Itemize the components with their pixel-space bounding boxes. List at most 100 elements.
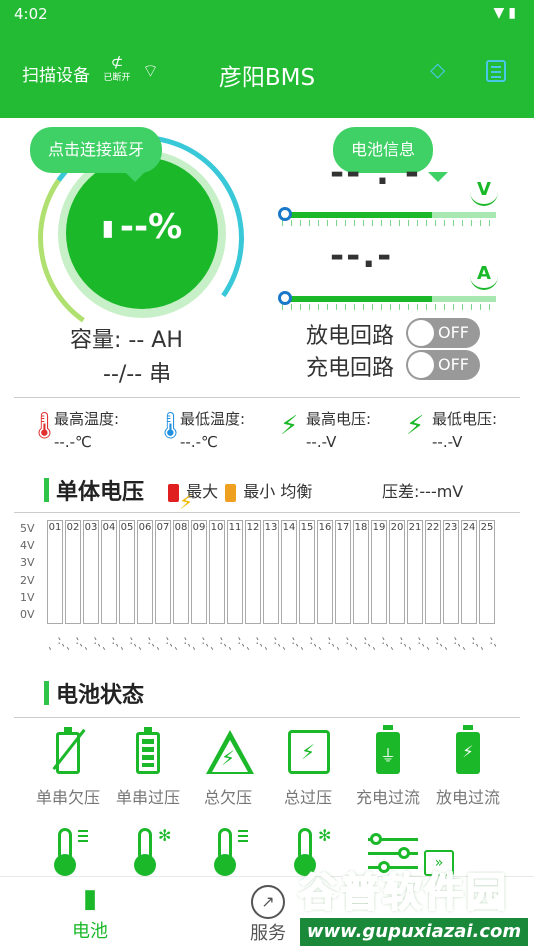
tag-icon[interactable]: ⬦ (430, 58, 445, 83)
cell-column: 16 (317, 520, 333, 624)
cell-number: 03 (84, 522, 98, 533)
divider (14, 717, 520, 718)
compass-icon: ↗ (251, 885, 285, 919)
status-bar: 4:02 ▼▮ (0, 0, 534, 28)
temp-status-1[interactable] (28, 828, 108, 876)
current-knob (278, 291, 292, 305)
thermometer-icon (48, 828, 88, 876)
charge-state: OFF (438, 355, 469, 374)
cell-number: 16 (318, 522, 332, 533)
cell-number: 12 (246, 522, 260, 533)
cell-number: 06 (138, 522, 152, 533)
cell-column: 19 (371, 520, 387, 624)
cell-undervoltage-status[interactable]: 单串欠压 (28, 727, 108, 808)
cell-column: 17 (335, 520, 351, 624)
connect-bluetooth-tooltip[interactable]: 点击连接蓝牙 (30, 127, 163, 182)
cell-column: 15 (299, 520, 315, 624)
min-voltage: ⚡ 最低电压: --.-V (406, 404, 530, 456)
nav-battery[interactable]: ▮ 电池 (40, 877, 140, 943)
book-icon[interactable] (486, 60, 506, 82)
current-bar (278, 291, 496, 310)
series-readout: --/-- 串 (103, 362, 172, 387)
discharge-switch-row: 放电回路 OFF (306, 318, 480, 350)
max-temp: 🌡 最高温度: --.-℃ (28, 404, 152, 456)
cell-column: 25 (479, 520, 495, 624)
cell-number: 01 (48, 522, 62, 533)
battery-plug-icon: ⏚ (368, 725, 408, 776)
cell-column: 09 (191, 520, 207, 624)
total-overvoltage-status[interactable]: ⚡ 总过压 (268, 728, 348, 808)
charge-switch-row: 充电回路 OFF (306, 350, 480, 382)
extremes-row: 🌡 最高温度: --.-℃ 🌡 最低温度: --.-℃ ⚡ 最高电压: --.-… (28, 404, 518, 456)
watermark: 谷普软件园 www.gupuxiazai.com (297, 860, 530, 950)
soc-percent: --% (119, 207, 183, 247)
capacity-label: 容量: (70, 328, 122, 353)
cell-number: 23 (444, 522, 458, 533)
cell-column: 08 (173, 520, 189, 624)
cell-number: 04 (102, 522, 116, 533)
cell-column: 10 (209, 520, 225, 624)
cell-column: 04 (101, 520, 117, 624)
cell-column: 11 (227, 520, 243, 624)
thermometer-hot-icon: 🌡 (28, 411, 62, 441)
cell-column: 21 (407, 520, 423, 624)
watermark-url: www.gupuxiazai.com (300, 918, 528, 946)
voltage-bar (278, 207, 496, 226)
box-bolt-icon: ⚡ (288, 728, 330, 776)
system-icons: ▼▮ (493, 5, 520, 21)
cell-number: 09 (192, 522, 206, 533)
current-bar-fill (282, 296, 432, 302)
temp-status-3[interactable] (188, 828, 268, 876)
thermometer-snow-icon: ✻ (128, 826, 171, 876)
charge-overcurrent-status[interactable]: ⏚ 充电过流 (348, 725, 428, 808)
discharge-toggle[interactable]: OFF (406, 318, 480, 348)
cell-overvoltage-status[interactable]: 单串过压 (108, 727, 188, 808)
cell-column: 13 (263, 520, 279, 624)
watermark-brand: 谷普软件园 (297, 869, 508, 917)
min-temp: 🌡 最低温度: --.-℃ (154, 404, 278, 456)
cell-column: 24 (461, 520, 477, 624)
cell-column: 23 (443, 520, 459, 624)
cell-number: 19 (372, 522, 386, 533)
current-symbol: A (470, 262, 498, 290)
app-bar: 扫描设备 ⊄ 已断开 ⌔ 彦阳BMS ⬦ (0, 28, 534, 118)
battery-slash-icon (48, 727, 88, 776)
battery-bolt-icon: ⚡ (448, 725, 488, 776)
cell-number: 25 (480, 522, 494, 533)
cell-number: 20 (390, 522, 404, 533)
cell-number: 24 (462, 522, 476, 533)
current-readout: --.- (330, 236, 394, 276)
divider (14, 512, 520, 513)
voltage-bar-fill (282, 212, 432, 218)
battery-bolt-icon: ▮ (82, 884, 98, 914)
cell-number: 18 (354, 522, 368, 533)
discharge-overcurrent-status[interactable]: ⚡ 放电过流 (428, 725, 508, 808)
cell-number: 21 (408, 522, 422, 533)
cell-column: 07 (155, 520, 171, 624)
cell-column: 06 (137, 520, 153, 624)
voltage-readout: -- . - (330, 153, 421, 193)
cell-number: 08 (174, 522, 188, 533)
cell-column: 14 (281, 520, 297, 624)
charge-toggle[interactable]: OFF (406, 350, 480, 380)
cell-number: 10 (210, 522, 224, 533)
cell-y-axis: 5V 4V 3V 2V 1V 0V (20, 522, 35, 621)
cell-legend: 最大 最小 ⚡ 均衡 (166, 478, 312, 514)
capacity-readout: 容量: -- AH (70, 322, 183, 354)
app-title: 彦阳BMS (218, 65, 316, 91)
thermometer-cold-icon: 🌡 (154, 411, 188, 441)
battery-full-icon (128, 727, 168, 776)
voltage-ticks (282, 220, 496, 226)
cell-column: 03 (83, 520, 99, 624)
cell-number: 07 (156, 522, 170, 533)
cell-number: 17 (336, 522, 350, 533)
voltage-knob (278, 207, 292, 221)
cell-column: 20 (389, 520, 405, 624)
charge-label: 充电回路 (306, 356, 395, 381)
total-undervoltage-status[interactable]: ⚡ 总欠压 (188, 728, 268, 808)
pressure-diff: 压差:---mV (382, 482, 464, 501)
temp-status-2[interactable]: ✻ (108, 826, 188, 876)
cell-number: 13 (264, 522, 278, 533)
discharge-label: 放电回路 (306, 324, 395, 349)
cell-column: 05 (119, 520, 135, 624)
